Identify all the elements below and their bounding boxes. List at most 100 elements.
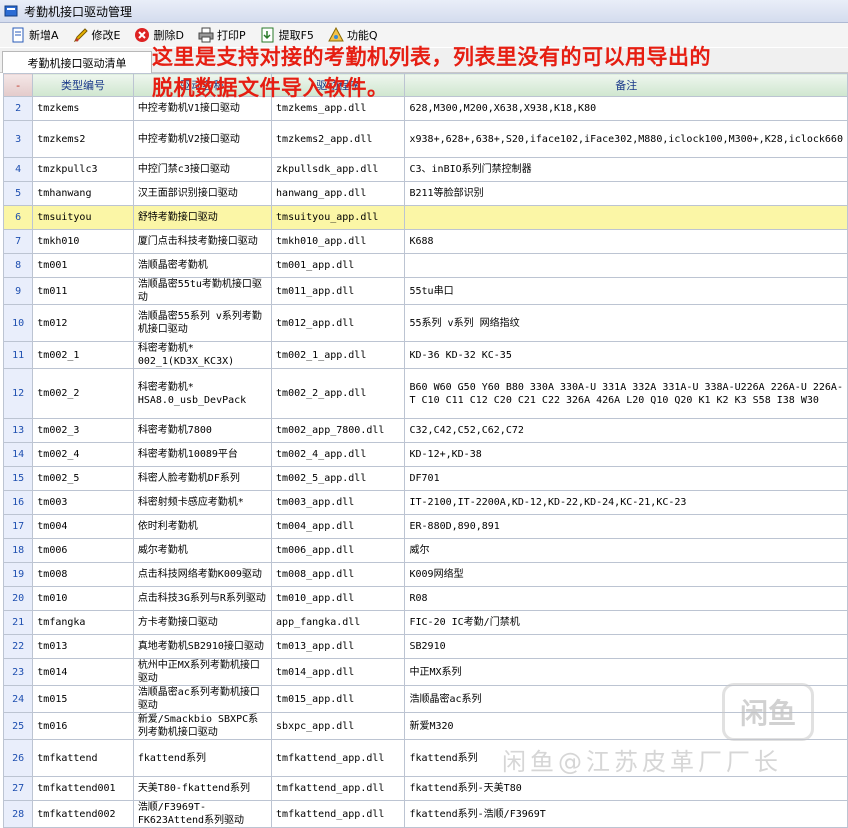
column-header-remark[interactable]: 备注 [404, 73, 848, 97]
row-index-cell[interactable]: 3 [2, 120, 34, 158]
driver-program-cell[interactable]: zkpullsdk_app.dll [271, 157, 406, 182]
driver-program-cell[interactable]: tm002_2_app.dll [271, 368, 406, 419]
driver-name-cell[interactable]: 中控门禁c3接口驱动 [132, 157, 273, 182]
table-row[interactable]: 27 tmfkattend001 天美T80-fkattend系列 tmfkatten… [2, 776, 848, 801]
type-code-cell[interactable]: tmkh010 [32, 229, 134, 254]
remark-cell[interactable]: fkattend系列-天美T80 [404, 776, 848, 801]
row-index-cell[interactable]: 13 [2, 418, 34, 443]
row-index-cell[interactable]: 27 [2, 776, 34, 801]
remark-cell[interactable]: R08 [404, 586, 848, 611]
column-header-index[interactable]: - [2, 73, 34, 97]
driver-program-cell[interactable]: tm002_app_7800.dll [271, 418, 406, 443]
type-code-cell[interactable]: tm006 [32, 538, 134, 563]
remark-cell[interactable]: 55系列 v系列 网络指纹 [404, 304, 848, 342]
table-row[interactable]: 23 tm014 杭州中正MX系列考勤机接口驱动 tm014_app.dll 中正MX系… [2, 658, 848, 686]
column-header-driver-name[interactable]: 驱动名称 [132, 73, 273, 97]
driver-name-cell[interactable]: 杭州中正MX系列考勤机接口驱动 [132, 658, 273, 686]
type-code-cell[interactable]: tm001 [32, 253, 134, 278]
delete-button[interactable]: 删除D [130, 25, 187, 45]
driver-program-cell[interactable]: tmfkattend_app.dll [271, 800, 406, 828]
driver-name-cell[interactable]: 科密考勤机* HSA8.0_usb_DevPack [132, 368, 273, 419]
driver-program-cell[interactable]: tm006_app.dll [271, 538, 406, 563]
row-index-cell[interactable]: 18 [2, 538, 34, 563]
driver-program-cell[interactable]: app_fangka.dll [271, 610, 406, 635]
row-index-cell[interactable]: 16 [2, 490, 34, 515]
type-code-cell[interactable]: tm015 [32, 685, 134, 713]
table-row[interactable]: 3 tmzkems2 中控考勤机V2接口驱动 tmzkems2_app.dll x938… [2, 120, 848, 158]
remark-cell[interactable]: fkattend系列 [404, 739, 848, 777]
table-row[interactable]: 6 tmsuityou 舒特考勤接口驱动 tmsuityou_app.dll [2, 205, 848, 230]
driver-name-cell[interactable]: 真地考勤机SB2910接口驱动 [132, 634, 273, 659]
row-index-cell[interactable]: 25 [2, 712, 34, 740]
table-row[interactable]: 13 tm002_3 科密考勤机7800 tm002_app_7800.dll C32,… [2, 418, 848, 443]
driver-program-cell[interactable]: tmzkems_app.dll [271, 96, 406, 121]
table-row[interactable]: 14 tm002_4 科密考勤机10089平台 tm002_4_app.dll KD-1… [2, 442, 848, 467]
tab-driver-list[interactable]: 考勤机接口驱动清单 [2, 51, 152, 73]
type-code-cell[interactable]: tmzkpullc3 [32, 157, 134, 182]
table-row[interactable]: 28 tmfkattend002 浩顺/F3969T-FK623Attend系列驱动… [2, 800, 848, 828]
type-code-cell[interactable]: tm002_2 [32, 368, 134, 419]
table-row[interactable]: 2 tmzkems 中控考勤机V1接口驱动 tmzkems_app.dll 628,M3… [2, 96, 848, 121]
driver-name-cell[interactable]: 浩顺晶密考勤机 [132, 253, 273, 278]
driver-program-cell[interactable]: tm003_app.dll [271, 490, 406, 515]
driver-program-cell[interactable]: tm004_app.dll [271, 514, 406, 539]
remark-cell[interactable]: ER-880D,890,891 [404, 514, 848, 539]
driver-program-cell[interactable]: tm013_app.dll [271, 634, 406, 659]
driver-program-cell[interactable]: tm002_5_app.dll [271, 466, 406, 491]
driver-program-cell[interactable]: tm008_app.dll [271, 562, 406, 587]
driver-name-cell[interactable]: 科密考勤机* 002_1(KD3X_KC3X) [132, 341, 273, 369]
row-index-cell[interactable]: 8 [2, 253, 34, 278]
driver-name-cell[interactable]: 依时利考勤机 [132, 514, 273, 539]
table-row[interactable]: 4 tmzkpullc3 中控门禁c3接口驱动 zkpullsdk_app.dll C3… [2, 157, 848, 182]
type-code-cell[interactable]: tmfangka [32, 610, 134, 635]
driver-name-cell[interactable]: 科密考勤机7800 [132, 418, 273, 443]
row-index-cell[interactable]: 24 [2, 685, 34, 713]
type-code-cell[interactable]: tm014 [32, 658, 134, 686]
table-row[interactable]: 17 tm004 依时利考勤机 tm004_app.dll ER-880D,890,89… [2, 514, 848, 539]
driver-program-cell[interactable]: tmfkattend_app.dll [271, 739, 406, 777]
type-code-cell[interactable]: tmfkattend [32, 739, 134, 777]
type-code-cell[interactable]: tmzkems2 [32, 120, 134, 158]
remark-cell[interactable]: B60 W60 G50 Y60 B80 330A 330A-U 331A 332… [404, 368, 848, 419]
driver-program-cell[interactable]: tmzkems2_app.dll [271, 120, 406, 158]
type-code-cell[interactable]: tm016 [32, 712, 134, 740]
type-code-cell[interactable]: tm002_1 [32, 341, 134, 369]
row-index-cell[interactable]: 22 [2, 634, 34, 659]
table-row[interactable]: 24 tm015 浩顺晶密ac系列考勤机接口驱动 tm015_app.dll 浩顺晶密a… [2, 685, 848, 713]
type-code-cell[interactable]: tmfkattend002 [32, 800, 134, 828]
remark-cell[interactable]: 55tu串口 [404, 277, 848, 305]
driver-name-cell[interactable]: 舒特考勤接口驱动 [132, 205, 273, 230]
driver-name-cell[interactable]: fkattend系列 [132, 739, 273, 777]
remark-cell[interactable] [404, 253, 848, 278]
table-row[interactable]: 18 tm006 威尔考勤机 tm006_app.dll 威尔 [2, 538, 848, 563]
table-row[interactable]: 16 tm003 科密射频卡感应考勤机* tm003_app.dll IT-2100,I… [2, 490, 848, 515]
remark-cell[interactable]: KD-12+,KD-38 [404, 442, 848, 467]
driver-program-cell[interactable]: tmsuityou_app.dll [271, 205, 406, 230]
table-row[interactable]: 22 tm013 真地考勤机SB2910接口驱动 tm013_app.dll SB291… [2, 634, 848, 659]
driver-name-cell[interactable]: 科密射频卡感应考勤机* [132, 490, 273, 515]
table-row[interactable]: 12 tm002_2 科密考勤机* HSA8.0_usb_DevPack tm002_… [2, 368, 848, 419]
table-row[interactable]: 10 tm012 浩顺晶密55系列 v系列考勤机接口驱动 tm012_app.dll 5… [2, 304, 848, 342]
driver-program-cell[interactable]: tm012_app.dll [271, 304, 406, 342]
function-button[interactable]: 功能Q [324, 25, 382, 45]
driver-program-cell[interactable]: tm010_app.dll [271, 586, 406, 611]
type-code-cell[interactable]: tm013 [32, 634, 134, 659]
row-index-cell[interactable]: 7 [2, 229, 34, 254]
remark-cell[interactable]: K688 [404, 229, 848, 254]
remark-cell[interactable]: 新爱M320 [404, 712, 848, 740]
driver-name-cell[interactable]: 浩顺晶密55tu考勤机接口驱动 [132, 277, 273, 305]
driver-name-cell[interactable]: 方卡考勤接口驱动 [132, 610, 273, 635]
driver-name-cell[interactable]: 浩顺晶密55系列 v系列考勤机接口驱动 [132, 304, 273, 342]
table-row[interactable]: 19 tm008 点击科技网络考勤K009驱动 tm008_app.dll K009网络… [2, 562, 848, 587]
new-button[interactable]: 新增A [6, 25, 63, 45]
table-row[interactable]: 26 tmfkattend fkattend系列 tmfkattend_app.dll… [2, 739, 848, 777]
row-index-cell[interactable]: 23 [2, 658, 34, 686]
type-code-cell[interactable]: tm002_4 [32, 442, 134, 467]
remark-cell[interactable] [404, 205, 848, 230]
driver-name-cell[interactable]: 浩顺/F3969T-FK623Attend系列驱动 [132, 800, 273, 828]
driver-name-cell[interactable]: 新爱/Smackbio SBXPC系列考勤机接口驱动 [132, 712, 273, 740]
driver-program-cell[interactable]: tm014_app.dll [271, 658, 406, 686]
driver-name-cell[interactable]: 汉王面部识别接口驱动 [132, 181, 273, 206]
driver-program-cell[interactable]: tm002_1_app.dll [271, 341, 406, 369]
type-code-cell[interactable]: tmhanwang [32, 181, 134, 206]
